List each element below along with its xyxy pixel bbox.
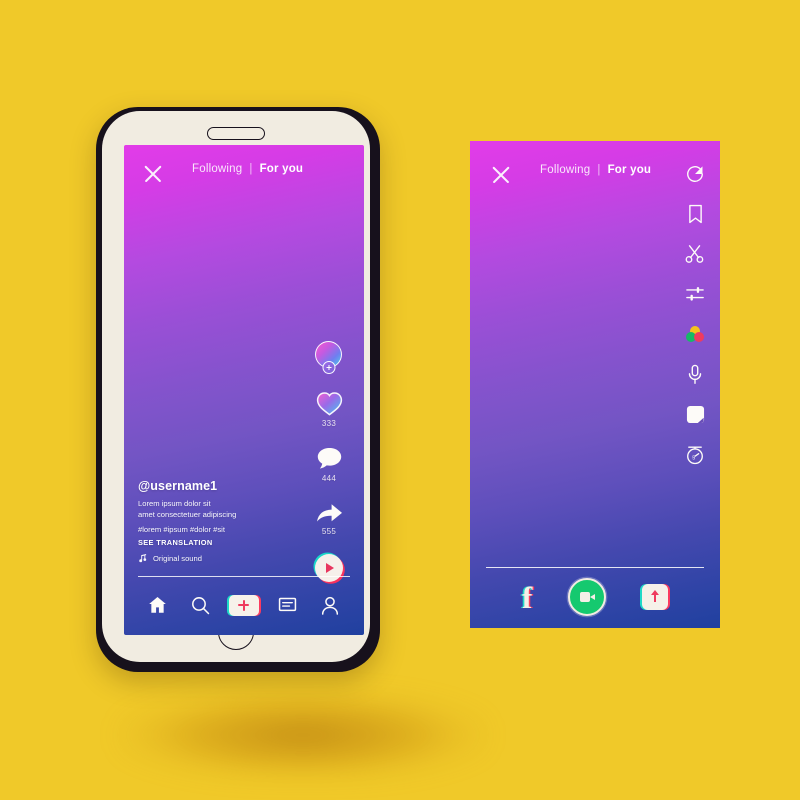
tab-following[interactable]: Following [540,164,590,176]
person-icon [322,596,339,615]
message-icon [278,597,296,611]
frame-tool[interactable] [684,403,706,425]
close-icon[interactable] [142,162,164,184]
feed-header: Following | For you [124,145,364,201]
camera-bottom-divider [486,566,704,568]
camera-screen: Following | For you 5 f [470,141,720,628]
follow-plus-icon[interactable] [322,361,336,374]
sound-label: Original sound [153,554,202,563]
feed-screen: Following | For you 333 444 555 @usernam… [124,145,364,635]
phone-drop-shadow [118,690,488,780]
phone-bezel: Following | For you 333 444 555 @usernam… [102,111,370,662]
facebook-share-button[interactable]: f [522,582,532,613]
tab-for-you[interactable]: For you [260,163,304,175]
mockup-canvas: Following | For you 333 444 555 @usernam… [0,0,800,800]
tab-for-you[interactable]: For you [608,164,652,176]
search-icon [192,596,210,614]
timer-5s-icon: 5 [687,445,703,464]
music-disc-icon [315,554,343,582]
action-rail: 333 444 555 [306,341,352,582]
sound-row[interactable]: Original sound [138,554,288,563]
comment-icon [317,448,341,469]
tab-following[interactable]: Following [192,163,242,175]
like-count: 333 [321,419,337,428]
microphone-icon [688,364,702,384]
tab-separator: | [249,163,253,175]
music-note-icon [139,554,147,563]
upload-button[interactable] [642,584,669,610]
home-icon [149,596,166,613]
camera-bottom-bar: f [470,574,720,620]
caption-block: @username1 Lorem ipsum dolor sit amet co… [138,479,288,563]
flip-camera-icon [687,166,703,182]
create-button[interactable] [228,594,259,616]
sound-disc[interactable] [315,554,343,582]
nav-search[interactable] [186,592,216,618]
flip-camera-tool[interactable] [684,163,706,185]
tab-separator: | [597,164,601,176]
sliders-icon [686,287,704,301]
see-translation-link[interactable]: SEE TRANSLATION [138,538,288,547]
nav-profile[interactable] [315,592,345,618]
caption-line-2: amet consectetuer adipiscing [138,510,237,519]
caption-description: Lorem ipsum dolor sit amet consectetuer … [138,498,288,520]
nav-divider [138,576,350,577]
voice-tool[interactable] [684,363,706,385]
timer-tool[interactable]: 5 [684,443,706,465]
camera-tool-rail: 5 [684,163,706,465]
plus-icon [238,599,250,611]
earpiece-speaker [207,127,265,140]
bookmark-tool[interactable] [684,203,706,225]
scissors-icon [685,245,704,263]
record-button[interactable] [568,578,607,616]
caption-line-1: Lorem ipsum dolor sit [138,499,211,508]
like-button[interactable]: 333 [316,391,343,428]
facebook-icon: f [521,579,533,615]
nav-home[interactable] [143,592,173,618]
frame-square-icon [686,405,704,423]
timer-badge-label: 5 [692,455,695,461]
username[interactable]: @username1 [138,479,288,493]
filters-tool[interactable] [684,323,706,345]
color-filters-icon [686,326,704,342]
nav-create[interactable] [228,592,259,618]
share-button[interactable]: 555 [315,501,344,536]
heart-icon [316,392,342,416]
share-count: 555 [321,527,337,536]
caption-hashtags[interactable]: #lorem #ipsum #dolor #sit [138,525,288,534]
phone-device: Following | For you 333 444 555 @usernam… [96,107,380,672]
trim-tool[interactable] [684,243,706,265]
upload-icon [649,590,661,604]
play-triangle-icon [326,563,334,573]
nav-inbox[interactable] [272,592,302,618]
video-camera-icon [579,592,595,602]
close-icon[interactable] [490,163,512,185]
bottom-nav [124,587,364,623]
filter-circle-red [694,332,704,342]
comment-button[interactable]: 444 [316,446,343,483]
adjust-tool[interactable] [684,283,706,305]
profile-avatar[interactable] [315,341,343,374]
camera-header: Following | For you [470,141,720,197]
comment-count: 444 [321,474,337,483]
bookmark-icon [688,204,702,224]
share-arrow-icon [316,504,342,522]
